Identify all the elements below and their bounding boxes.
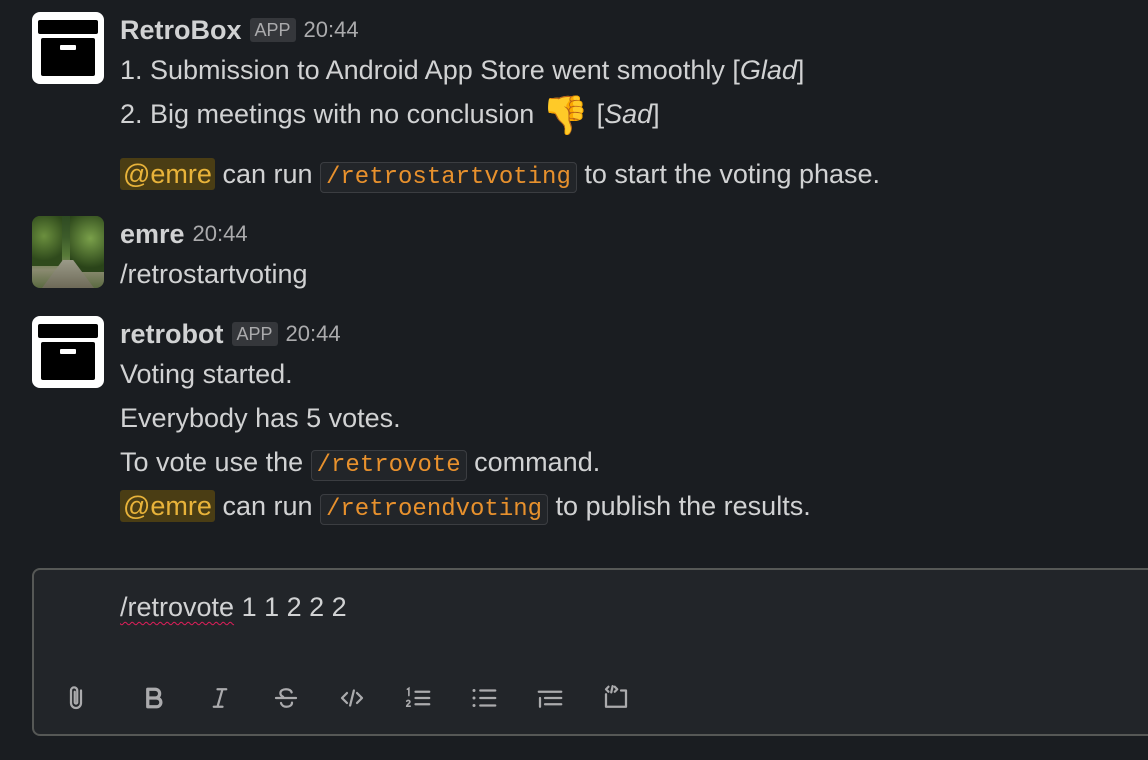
message-header: emre 20:44: [120, 216, 1148, 252]
message-line: @emre can run /retroendvoting to publish…: [120, 484, 1148, 528]
message-input[interactable]: /retrovote 1 1 2 2 2: [120, 592, 347, 623]
bullet-list-button[interactable]: [464, 678, 504, 718]
thumbs-down-icon: 👎: [541, 94, 590, 137]
message-line: 1. Submission to Android App Store went …: [120, 55, 805, 85]
message-content: retrobot APP 20:44 Voting started. Every…: [120, 316, 1148, 528]
strikethrough-button[interactable]: [266, 678, 306, 718]
bullet-list-icon: [472, 689, 497, 707]
inline-code: /retrovote: [310, 450, 467, 481]
inline-code: /retrostartvoting: [320, 162, 577, 193]
message-emre: emre 20:44 /retrostartvoting: [32, 216, 1148, 296]
bold-icon: [146, 687, 163, 709]
message-line: 2. Big meetings with no conclusion 👎 [Sa…: [120, 94, 660, 137]
app-badge: APP: [231, 322, 278, 346]
message-line: Voting started.: [120, 359, 293, 389]
user-mention[interactable]: @emre: [120, 158, 215, 190]
timestamp[interactable]: 20:44: [286, 321, 341, 347]
code-button[interactable]: [332, 678, 372, 718]
emre-avatar[interactable]: [32, 216, 104, 288]
message-composer[interactable]: /retrovote 1 1 2 2 2: [32, 568, 1148, 736]
retrobox-avatar[interactable]: [32, 12, 104, 84]
bold-button[interactable]: [134, 678, 174, 718]
timestamp[interactable]: 20:44: [193, 221, 248, 247]
message-text: /retrostartvoting: [120, 259, 308, 289]
code-icon: [340, 689, 364, 707]
italic-button[interactable]: [200, 678, 240, 718]
code-block-button[interactable]: [596, 678, 636, 718]
inline-code: /retroendvoting: [320, 494, 549, 525]
message-retrobot: retrobot APP 20:44 Voting started. Every…: [32, 316, 1148, 536]
sender-name[interactable]: retrobot: [120, 319, 224, 350]
archive-box-icon: [38, 324, 98, 338]
attach-button[interactable]: [56, 678, 96, 718]
ordered-list-icon: [405, 686, 431, 707]
app-badge: APP: [249, 18, 296, 42]
italic-icon: [212, 688, 228, 708]
message-line: @emre can run /retrostartvoting to start…: [120, 152, 1148, 196]
formatting-toolbar: [56, 678, 662, 718]
retrobot-avatar[interactable]: [32, 316, 104, 388]
blockquote-icon: [537, 690, 563, 708]
message-content: RetroBox APP 20:44 1. Submission to Andr…: [120, 12, 1148, 196]
paperclip-icon: [69, 686, 83, 710]
strikethrough-icon: [274, 688, 298, 708]
sender-name[interactable]: emre: [120, 219, 185, 250]
message-content: emre 20:44 /retrostartvoting: [120, 216, 1148, 296]
message-retrobox: RetroBox APP 20:44 1. Submission to Andr…: [32, 12, 1148, 202]
user-mention[interactable]: @emre: [120, 490, 215, 522]
archive-box-icon: [38, 20, 98, 34]
ordered-list-button[interactable]: [398, 678, 438, 718]
message-line: Everybody has 5 votes.: [120, 403, 401, 433]
message-line: To vote use the /retrovote command.: [120, 447, 601, 481]
blockquote-button[interactable]: [530, 678, 570, 718]
message-header: RetroBox APP 20:44: [120, 12, 1148, 48]
message-header: retrobot APP 20:44: [120, 316, 1148, 352]
sender-name[interactable]: RetroBox: [120, 15, 242, 46]
timestamp[interactable]: 20:44: [304, 17, 359, 43]
misspelled-word[interactable]: /retrovote: [120, 592, 234, 622]
code-block-icon: [604, 685, 628, 708]
